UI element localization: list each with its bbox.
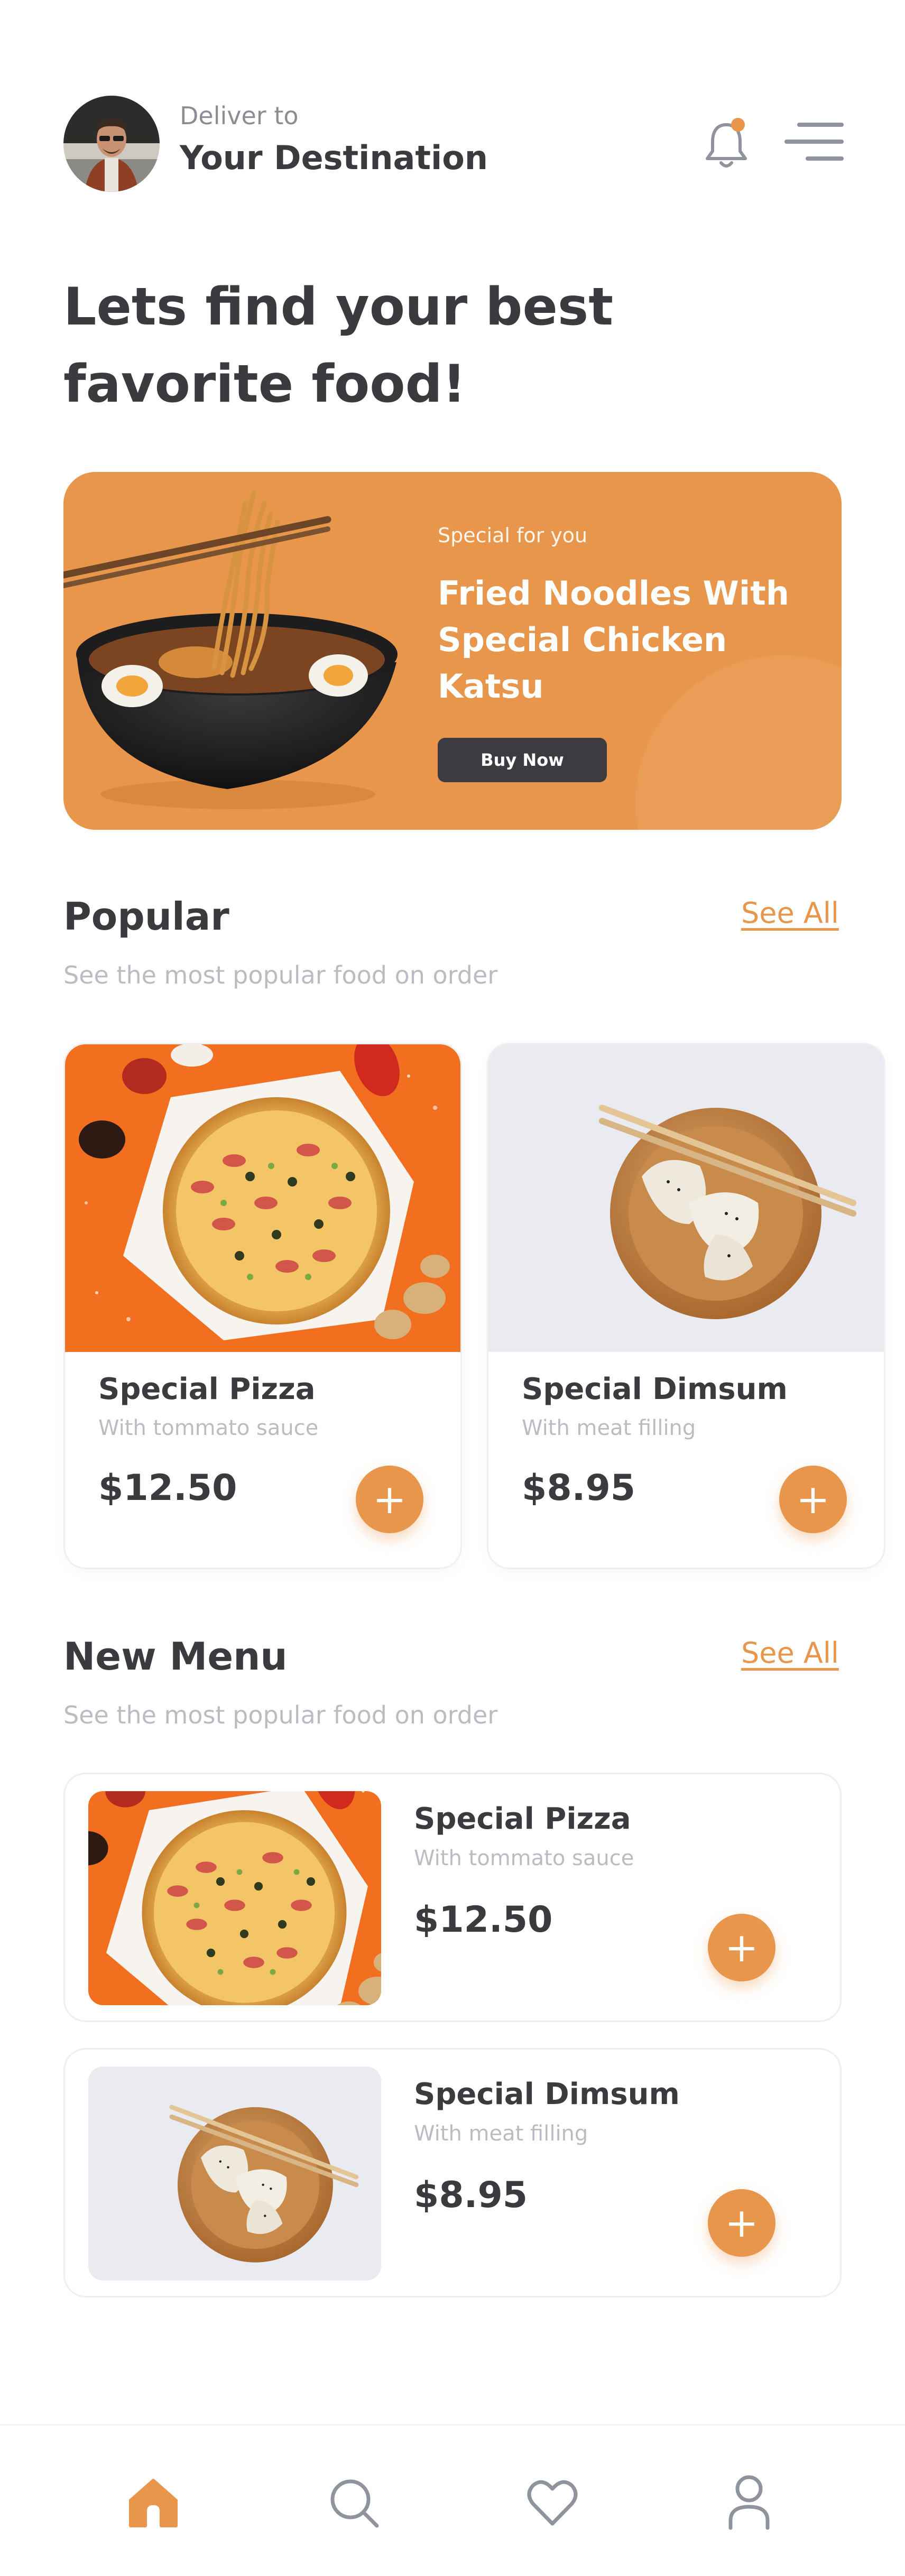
pizza-image <box>65 1044 460 1352</box>
bottom-navigation <box>0 2424 905 2576</box>
item-description: With tommato sauce <box>98 1416 319 1440</box>
menu-icon[interactable] <box>783 119 845 164</box>
item-description: With meat filling <box>414 2121 588 2146</box>
promo-tag: Special for you <box>438 524 588 547</box>
item-price: $8.95 <box>414 2174 528 2216</box>
new-menu-see-all-link[interactable]: See All <box>741 1636 839 1670</box>
home-icon[interactable] <box>124 2473 182 2531</box>
promo-title: Fried Noodles With Special Chicken Katsu <box>438 574 789 706</box>
popular-see-all-link[interactable]: See All <box>741 896 839 930</box>
item-name: Special Dimsum <box>414 2077 680 2111</box>
new-menu-subtitle: See the most popular food on order <box>63 1701 498 1729</box>
item-description: With meat filling <box>522 1416 696 1440</box>
popular-card-dimsum[interactable]: Special Dimsum With meat filling $8.95 + <box>487 1043 885 1569</box>
add-to-cart-button[interactable]: + <box>356 1466 423 1533</box>
bell-icon[interactable] <box>700 114 753 172</box>
pizza-image <box>88 1791 381 2005</box>
popular-subtitle: See the most popular food on order <box>63 961 498 989</box>
destination-label[interactable]: Your Destination <box>180 138 488 177</box>
add-to-cart-button[interactable]: + <box>779 1466 847 1533</box>
heart-icon[interactable] <box>523 2473 581 2531</box>
item-name: Special Dimsum <box>522 1372 788 1406</box>
item-price: $12.50 <box>414 1899 553 1941</box>
add-to-cart-button[interactable]: + <box>708 2189 775 2257</box>
avatar[interactable] <box>63 96 160 192</box>
add-to-cart-button[interactable]: + <box>708 1914 775 1981</box>
item-name: Special Pizza <box>414 1802 631 1836</box>
new-menu-card-dimsum[interactable]: Special Dimsum With meat filling $8.95 + <box>63 2048 842 2297</box>
noodle-bowl-image <box>63 490 398 809</box>
new-menu-title: New Menu <box>63 1634 288 1679</box>
item-price: $8.95 <box>522 1467 636 1509</box>
page-headline: Lets find your best favorite food! <box>63 277 614 414</box>
profile-icon[interactable] <box>720 2473 778 2531</box>
deliver-to-label: Deliver to <box>180 101 299 130</box>
item-name: Special Pizza <box>98 1372 316 1406</box>
promo-banner[interactable]: Special for you Fried Noodles With Speci… <box>63 472 842 830</box>
buy-now-button[interactable]: Buy Now <box>438 738 607 782</box>
dimsum-image <box>88 2067 381 2281</box>
dimsum-image <box>488 1044 885 1352</box>
item-price: $12.50 <box>98 1467 237 1509</box>
item-description: With tommato sauce <box>414 1846 634 1870</box>
popular-card-pizza[interactable]: Special Pizza With tommato sauce $12.50 … <box>63 1043 462 1569</box>
new-menu-card-pizza[interactable]: Special Pizza With tommato sauce $12.50 … <box>63 1773 842 2022</box>
search-icon[interactable] <box>325 2473 383 2531</box>
popular-title: Popular <box>63 894 229 939</box>
